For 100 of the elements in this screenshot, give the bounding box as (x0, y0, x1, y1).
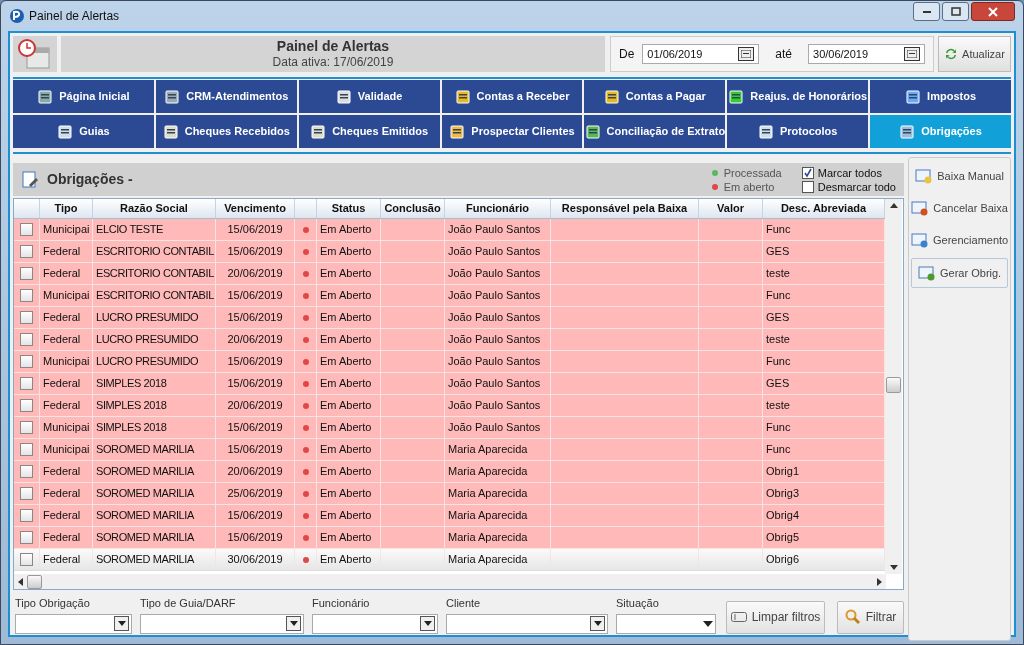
nav-tab[interactable]: Guias (13, 115, 154, 148)
module-icon (758, 123, 774, 140)
checkbox[interactable] (20, 377, 33, 390)
checkbox[interactable] (20, 553, 33, 566)
nav-tab[interactable]: CRM-Atendimentos (155, 80, 297, 113)
mark-all-label[interactable]: Marcar todos (817, 165, 882, 180)
filter-button[interactable]: Filtrar (837, 600, 904, 634)
dropdown-field[interactable] (15, 613, 132, 634)
checkbox[interactable] (20, 399, 33, 412)
table-cell: Em Aberto (317, 527, 381, 548)
dropdown-arrow-icon[interactable] (703, 620, 713, 627)
checkbox[interactable] (20, 509, 33, 522)
table-row[interactable]: Federal SOROMED MARILIA 25/06/2019 Em Aberto Maria Aparecida Obrig3 (14, 483, 885, 505)
checkbox[interactable] (20, 267, 33, 280)
checkbox[interactable] (20, 289, 33, 302)
table-row[interactable]: Federal SIMPLES 2018 15/06/2019 Em Aberto João Paulo Santos GES (14, 373, 885, 395)
nav-tab[interactable]: Impostos (870, 80, 1011, 113)
calendar-icon[interactable] (904, 47, 920, 61)
column-header[interactable]: Vencimento (216, 199, 295, 218)
checkbox[interactable] (20, 443, 33, 456)
horizontal-scrollbar[interactable] (14, 574, 886, 589)
table-row[interactable]: Federal LUCRO PRESUMIDO 15/06/2019 Em Aberto João Paulo Santos GES (14, 307, 885, 329)
nav-tab[interactable]: Contas a Pagar (584, 80, 726, 113)
search-icon (844, 609, 861, 625)
unmark-all-label[interactable]: Desmarcar todo (817, 179, 896, 194)
nav-tab[interactable]: Conciliação de Extrato (584, 115, 726, 148)
dropdown-field[interactable] (312, 613, 438, 634)
checkbox[interactable] (20, 487, 33, 500)
table-row[interactable]: Federal ESCRITORIO CONTABIL 15/06/2019 Em Aberto João Paulo Santos GES (14, 241, 885, 263)
scroll-right-icon[interactable] (877, 577, 882, 586)
action-button[interactable]: Baixa Manual (911, 162, 1009, 190)
table-row[interactable]: Federal SOROMED MARILIA 20/06/2019 Em Aberto Maria Aparecida Obrig1 (14, 461, 885, 483)
from-date-field[interactable]: 01/06/2019 (642, 44, 760, 64)
refresh-button[interactable]: Atualizar (938, 36, 1011, 72)
action-button[interactable]: Gerar Obrig. (911, 258, 1009, 288)
scroll-thumb[interactable] (886, 377, 901, 393)
dropdown-field[interactable] (446, 613, 608, 634)
checkbox[interactable] (801, 180, 814, 193)
nav-tab[interactable]: Contas a Receber (441, 80, 583, 113)
checkbox[interactable] (20, 311, 33, 324)
to-date-field[interactable]: 30/06/2019 (808, 44, 925, 64)
table-row[interactable]: Municipai LUCRO PRESUMIDO 15/06/2019 Em Aberto João Paulo Santos Func (14, 351, 885, 373)
table-cell: Em Aberto (317, 461, 381, 482)
table-row[interactable]: Municipai SIMPLES 2018 15/06/2019 Em Aberto João Paulo Santos Func (14, 417, 885, 439)
checkbox[interactable] (20, 223, 33, 236)
scroll-left-icon[interactable] (18, 577, 23, 586)
vertical-scrollbar[interactable] (885, 199, 902, 574)
action-button[interactable]: Gerenciamento (911, 226, 1009, 254)
table-row[interactable]: Federal SOROMED MARILIA 15/06/2019 Em Aberto Maria Aparecida Obrig5 (14, 527, 885, 549)
column-header[interactable]: Valor (699, 199, 763, 218)
dropdown-field[interactable] (140, 613, 304, 634)
maximize-button[interactable] (942, 2, 969, 21)
column-header[interactable]: Tipo (40, 199, 93, 218)
column-header[interactable]: Status (317, 199, 381, 218)
table-row[interactable]: Federal SOROMED MARILIA 30/06/2019 Em Aberto Maria Aparecida Obrig6 (14, 549, 885, 571)
checkbox[interactable] (20, 333, 33, 346)
checkbox[interactable] (20, 465, 33, 478)
nav-tab[interactable]: Protocolos (727, 115, 869, 148)
table-row[interactable]: Federal LUCRO PRESUMIDO 20/06/2019 Em Aberto João Paulo Santos teste (14, 329, 885, 351)
minimize-button[interactable] (913, 2, 940, 21)
table-row[interactable]: Federal ESCRITORIO CONTABIL 20/06/2019 Em Aberto João Paulo Santos teste (14, 263, 885, 285)
scroll-down-icon[interactable] (889, 565, 898, 570)
checkbox[interactable] (20, 355, 33, 368)
nav-tab[interactable]: Cheques Emitidos (298, 115, 440, 148)
column-header[interactable]: Conclusão (381, 199, 445, 218)
filter-label: Situação (616, 596, 660, 611)
table-cell: Maria Aparecida (445, 505, 551, 526)
column-header[interactable]: Funcionário (445, 199, 551, 218)
action-button[interactable]: Cancelar Baixa (911, 194, 1009, 222)
table-cell: João Paulo Santos (445, 241, 551, 262)
table-cell: Maria Aparecida (445, 461, 551, 482)
scroll-thumb[interactable] (27, 574, 42, 589)
filter-button[interactable]: Limpar filtros (726, 600, 825, 634)
nav-tab[interactable]: Página Inicial (13, 80, 154, 113)
table-row[interactable]: Federal SIMPLES 2018 20/06/2019 Em Aberto João Paulo Santos teste (14, 395, 885, 417)
column-header[interactable]: Razão Social (93, 199, 216, 218)
module-icon (449, 123, 466, 140)
table-row[interactable]: Municipai SOROMED MARILIA 15/06/2019 Em Aberto Maria Aparecida Func (14, 439, 885, 461)
nav-tab[interactable]: Cheques Recebidos (155, 115, 297, 148)
checkbox[interactable] (20, 531, 33, 544)
checkbox[interactable] (801, 166, 814, 179)
module-icon (905, 88, 922, 105)
table-row[interactable]: Municipai ESCRITORIO CONTABIL 15/06/2019 Em Aberto João Paulo Santos Func (14, 285, 885, 307)
close-button[interactable] (971, 2, 1015, 21)
nav-tab[interactable]: Prospectar Clientes (441, 115, 583, 148)
table-cell: Em Aberto (317, 241, 381, 262)
nav-tab[interactable]: Validade (298, 80, 440, 113)
column-header[interactable]: Responsável pela Baixa (551, 199, 699, 218)
table-cell: João Paulo Santos (445, 329, 551, 350)
scroll-up-icon[interactable] (889, 203, 898, 208)
table-cell: Em Aberto (317, 263, 381, 284)
module-icon (728, 88, 745, 105)
checkbox[interactable] (20, 245, 33, 258)
nav-tab[interactable]: Reajus. de Honorários (727, 80, 869, 113)
dropdown-field[interactable] (616, 613, 716, 634)
table-cell: ESCRITORIO CONTABIL (93, 241, 216, 262)
calendar-icon[interactable] (738, 47, 755, 61)
table-row[interactable]: Federal SOROMED MARILIA 15/06/2019 Em Aberto Maria Aparecida Obrig4 (14, 505, 885, 527)
checkbox[interactable] (20, 421, 33, 434)
table-row[interactable]: Municipai ELCIO TESTE 15/06/2019 Em Aberto João Paulo Santos Func (14, 219, 885, 241)
